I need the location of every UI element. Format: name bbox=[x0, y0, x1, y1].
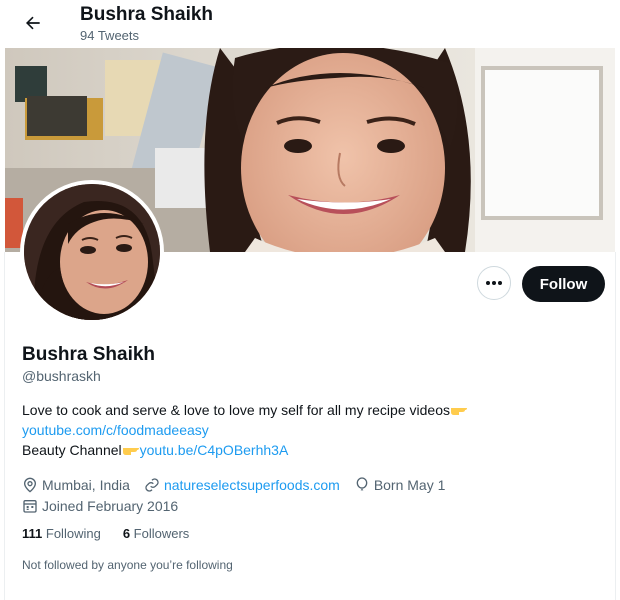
following-link[interactable]: 111 Following bbox=[22, 526, 101, 541]
bio-link-youtube-channel[interactable]: youtube.com/c/foodmadeeasy bbox=[22, 420, 602, 440]
location-item: Mumbai, India bbox=[22, 477, 130, 493]
header-title: Bushra Shaikh bbox=[80, 4, 214, 25]
frame-divider-right bbox=[615, 252, 616, 600]
followers-link[interactable]: 6 Followers bbox=[123, 526, 189, 541]
joined-text: Joined February 2016 bbox=[42, 497, 179, 514]
bio-link-youtube-video[interactable]: youtu.be/C4pOBerhh3A bbox=[140, 442, 289, 458]
calendar-icon bbox=[23, 499, 37, 513]
tweet-count: 94 Tweets bbox=[80, 28, 140, 43]
more-horizontal-icon bbox=[486, 281, 502, 285]
followers-label: Followers bbox=[133, 526, 190, 541]
more-button[interactable] bbox=[477, 266, 511, 300]
balloon-icon bbox=[356, 476, 368, 490]
joined-item: Joined February 2016 bbox=[22, 498, 178, 514]
birthday-item: Born May 1 bbox=[354, 476, 446, 493]
profile-header: Bushra Shaikh 94 Tweets bbox=[0, 0, 620, 48]
profile-handle: @bushraskh bbox=[22, 368, 101, 384]
profile-avatar[interactable] bbox=[20, 180, 164, 324]
profile-meta: Mumbai, India natureselectsuperfoods.com… bbox=[22, 474, 602, 516]
frame-divider-left bbox=[4, 252, 5, 600]
website-link[interactable]: natureselectsuperfoods.com bbox=[164, 477, 340, 493]
pointing-hand-emoji bbox=[122, 448, 139, 455]
website-item[interactable]: natureselectsuperfoods.com bbox=[144, 477, 340, 493]
profile-display-name: Bushra Shaikh bbox=[22, 344, 156, 365]
following-label: Following bbox=[45, 526, 101, 541]
map-pin-icon bbox=[23, 477, 37, 493]
bio-text-line3: Beauty Channel bbox=[22, 442, 122, 458]
pointing-hand-emoji bbox=[450, 408, 467, 415]
follow-button[interactable]: Follow bbox=[522, 266, 605, 302]
birthday-text: Born May 1 bbox=[373, 476, 446, 493]
profile-bio: Love to cook and serve & love to love my… bbox=[22, 400, 602, 460]
follow-stats: 111 Following 6 Followers bbox=[22, 526, 211, 541]
bio-text-line1: Love to cook and serve & love to love my… bbox=[22, 402, 450, 418]
location-text: Mumbai, India bbox=[42, 476, 130, 493]
following-count: 111 bbox=[22, 526, 43, 541]
back-button[interactable] bbox=[20, 10, 46, 36]
link-icon bbox=[145, 477, 159, 492]
followed-by-note: Not followed by anyone you’re following bbox=[22, 558, 233, 572]
arrow-left-icon bbox=[26, 16, 40, 30]
followers-count: 6 bbox=[122, 526, 131, 541]
